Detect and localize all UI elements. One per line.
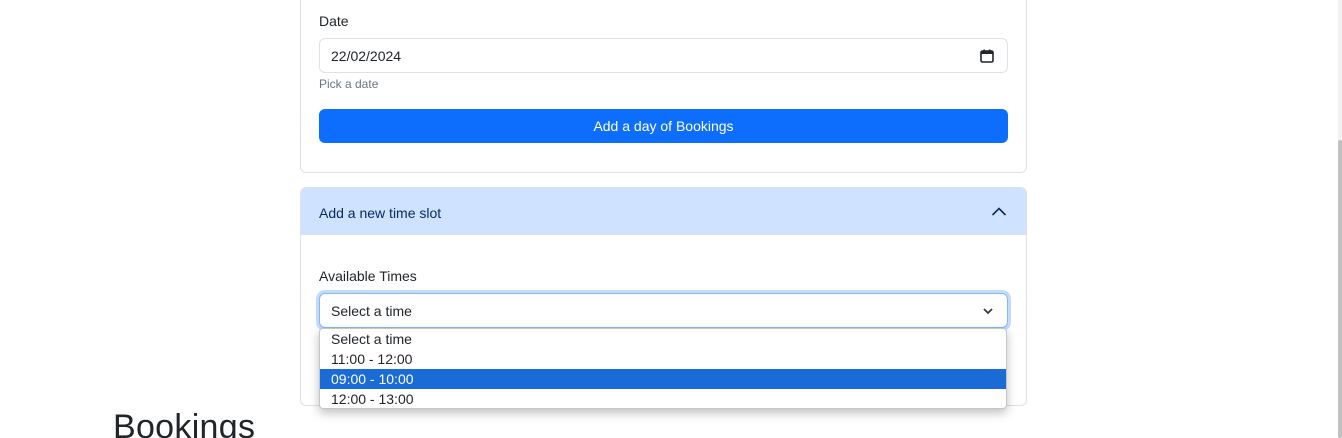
add-day-card: Date 22/02/2024 Pick a date Add a day of…: [300, 0, 1027, 173]
option-select-a-time[interactable]: Select a time: [320, 329, 1006, 349]
page-scrollbar[interactable]: [1338, 0, 1342, 438]
option-12-13[interactable]: 12:00 - 13:00: [320, 389, 1006, 408]
date-value: 22/02/2024: [331, 48, 402, 64]
add-day-of-bookings-button[interactable]: Add a day of Bookings: [319, 109, 1008, 143]
date-label: Date: [319, 13, 349, 29]
accordion-header[interactable]: Add a new time slot: [301, 188, 1026, 235]
option-11-12[interactable]: 11:00 - 12:00: [320, 349, 1006, 369]
time-options-dropdown[interactable]: Select a time 11:00 - 12:00 09:00 - 10:0…: [319, 328, 1007, 409]
option-09-10[interactable]: 09:00 - 10:00: [320, 369, 1006, 389]
time-select[interactable]: Select a time: [319, 293, 1008, 328]
chevron-up-icon: [991, 207, 1007, 216]
chevron-down-icon: [983, 308, 993, 315]
bookings-heading: Bookings: [113, 408, 256, 438]
accordion-title: Add a new time slot: [319, 205, 442, 221]
calendar-icon[interactable]: [980, 49, 994, 63]
select-value: Select a time: [331, 303, 412, 319]
scrollbar-thumb[interactable]: [1338, 140, 1342, 438]
available-times-label: Available Times: [319, 268, 417, 284]
date-input[interactable]: 22/02/2024: [319, 38, 1008, 73]
date-hint: Pick a date: [319, 77, 379, 91]
